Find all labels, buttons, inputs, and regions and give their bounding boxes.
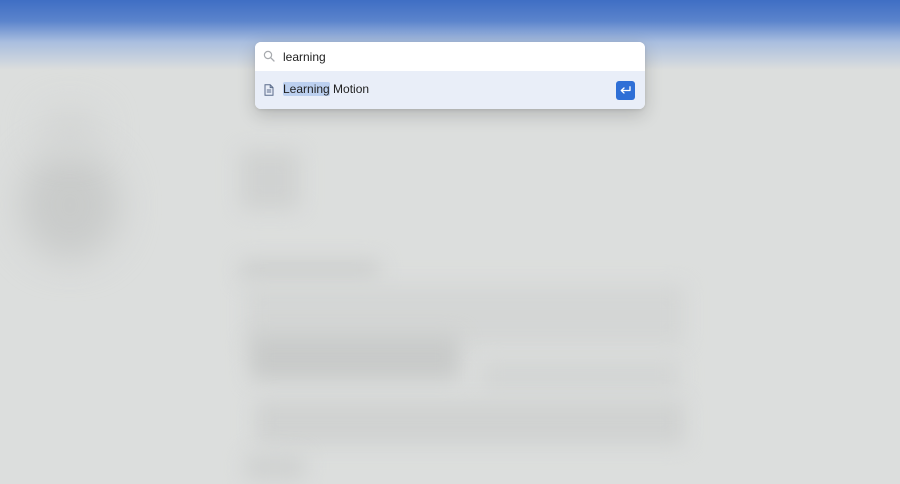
background-blob bbox=[40, 110, 100, 150]
search-icon bbox=[263, 50, 275, 62]
background-block bbox=[480, 360, 680, 390]
background-block bbox=[250, 335, 460, 380]
search-result-item[interactable]: Learning Motion bbox=[255, 71, 645, 109]
search-result-rest: Motion bbox=[329, 82, 370, 96]
background-block bbox=[240, 150, 300, 210]
background-block bbox=[255, 400, 685, 445]
background-block bbox=[245, 455, 305, 480]
search-row bbox=[255, 42, 645, 71]
background-block bbox=[240, 260, 380, 280]
enter-button[interactable] bbox=[616, 81, 635, 100]
search-result-label: Learning Motion bbox=[283, 82, 369, 96]
search-palette: Learning Motion bbox=[255, 42, 645, 109]
enter-icon bbox=[620, 86, 631, 94]
search-input[interactable] bbox=[283, 47, 633, 67]
document-icon bbox=[264, 84, 274, 96]
background-blob bbox=[20, 150, 120, 260]
search-match-highlight: Learning bbox=[283, 82, 330, 96]
